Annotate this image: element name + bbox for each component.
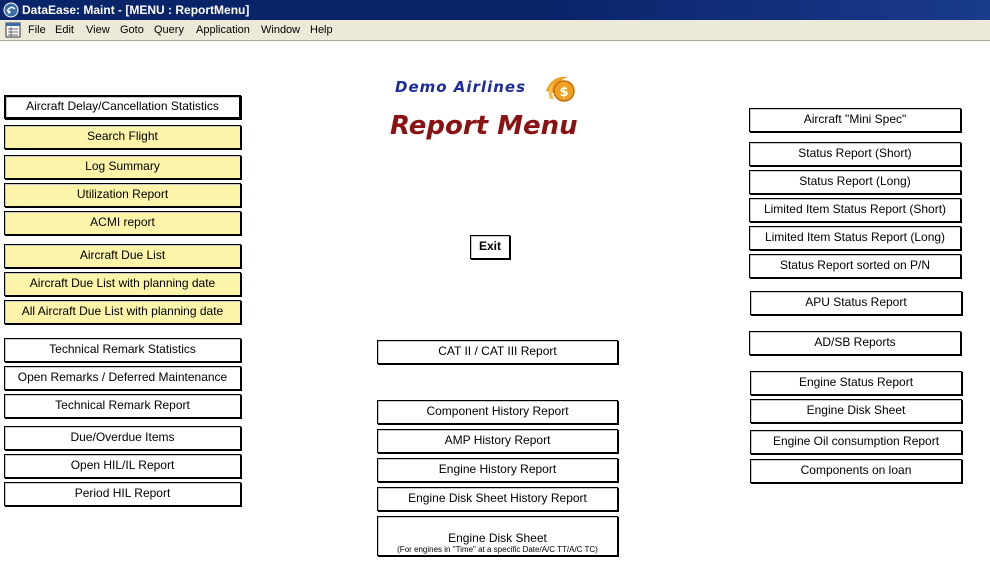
window-title-bar[interactable]: DataEase: Maint - [MENU : ReportMenu]	[0, 0, 990, 20]
engine-disk-sheet-history-report-button[interactable]: Engine Disk Sheet History Report	[377, 487, 618, 511]
utilization-report-button[interactable]: Utilization Report	[4, 183, 241, 207]
engine-disk-sheet-sublabel: (For engines in "Time" at a specific Dat…	[397, 545, 598, 554]
dataease-app-icon[interactable]	[3, 2, 19, 18]
engine-history-report-button[interactable]: Engine History Report	[377, 458, 618, 482]
exit-button[interactable]: Exit	[470, 235, 510, 259]
menu-application[interactable]: Application	[194, 20, 252, 40]
due-overdue-items-button[interactable]: Due/Overdue Items	[4, 426, 241, 450]
engine-oil-consumption-report-button[interactable]: Engine Oil consumption Report	[750, 430, 962, 454]
menu-file[interactable]: File	[26, 20, 48, 40]
component-history-report-button[interactable]: Component History Report	[377, 400, 618, 424]
cat-ii-cat-iii-report-button[interactable]: CAT II / CAT III Report	[377, 340, 618, 364]
menu-view[interactable]: View	[84, 20, 112, 40]
page-title: Report Menu	[390, 111, 578, 141]
status-report-long-button[interactable]: Status Report (Long)	[749, 170, 961, 194]
menu-goto[interactable]: Goto	[118, 20, 146, 40]
engine-status-report-button[interactable]: Engine Status Report	[750, 371, 962, 395]
amp-history-report-button[interactable]: AMP History Report	[377, 429, 618, 453]
engine-disk-sheet-time-button[interactable]: Engine Disk Sheet (For engines in "Time"…	[377, 516, 618, 556]
logo-symbol: $	[559, 85, 568, 100]
ad-sb-reports-button[interactable]: AD/SB Reports	[749, 331, 961, 355]
menu-bar: File Edit View Goto Query Application Wi…	[0, 20, 990, 41]
technical-remark-report-button[interactable]: Technical Remark Report	[4, 394, 241, 418]
aircraft-due-list-button[interactable]: Aircraft Due List	[4, 244, 241, 268]
limited-item-status-report-long-button[interactable]: Limited Item Status Report (Long)	[749, 226, 961, 250]
status-report-sorted-pn-button[interactable]: Status Report sorted on P/N	[749, 254, 961, 278]
all-aircraft-due-list-planning-date-button[interactable]: All Aircraft Due List with planning date	[4, 300, 241, 324]
aircraft-mini-spec-button[interactable]: Aircraft "Mini Spec"	[749, 108, 961, 132]
airline-logo-text: Demo Airlines	[395, 78, 526, 96]
aircraft-delay-cancellation-statistics-button[interactable]: Aircraft Delay/Cancellation Statistics	[4, 95, 241, 119]
menu-query[interactable]: Query	[152, 20, 186, 40]
aircraft-due-list-planning-date-button[interactable]: Aircraft Due List with planning date	[4, 272, 241, 296]
acmi-report-button[interactable]: ACMI report	[4, 211, 241, 235]
search-flight-button[interactable]: Search Flight	[4, 125, 241, 149]
menu-edit[interactable]: Edit	[53, 20, 76, 40]
components-on-loan-button[interactable]: Components on loan	[750, 459, 962, 483]
report-menu-form: Demo Airlines $ Report Menu Aircraft Del…	[0, 41, 990, 571]
engine-disk-sheet-button[interactable]: Engine Disk Sheet	[750, 399, 962, 423]
document-menu-icon[interactable]	[5, 22, 21, 38]
window-title: DataEase: Maint - [MENU : ReportMenu]	[22, 3, 250, 17]
engine-disk-sheet-label: Engine Disk Sheet	[448, 531, 547, 545]
technical-remark-statistics-button[interactable]: Technical Remark Statistics	[4, 338, 241, 362]
log-summary-button[interactable]: Log Summary	[4, 155, 241, 179]
airline-coin-logo-icon: $	[546, 76, 575, 102]
period-hil-report-button[interactable]: Period HIL Report	[4, 482, 241, 506]
status-report-short-button[interactable]: Status Report (Short)	[749, 142, 961, 166]
open-hil-il-report-button[interactable]: Open HIL/IL Report	[4, 454, 241, 478]
limited-item-status-report-short-button[interactable]: Limited Item Status Report (Short)	[749, 198, 961, 222]
menu-window[interactable]: Window	[259, 20, 302, 40]
apu-status-report-button[interactable]: APU Status Report	[750, 291, 962, 315]
open-remarks-deferred-maintenance-button[interactable]: Open Remarks / Deferred Maintenance	[4, 366, 241, 390]
menu-help[interactable]: Help	[308, 20, 335, 40]
